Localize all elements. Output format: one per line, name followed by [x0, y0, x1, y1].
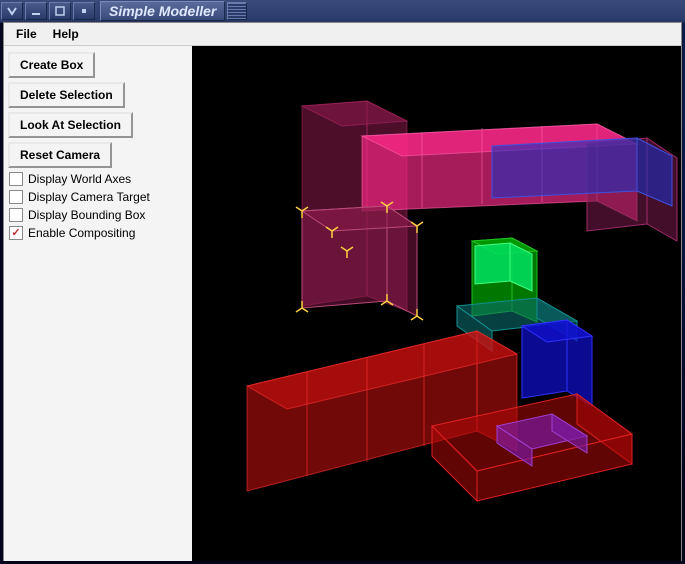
3d-viewport[interactable] [192, 46, 681, 561]
display-world-axes-checkbox[interactable]: Display World Axes [9, 172, 187, 186]
titlebar-close-button[interactable] [73, 2, 95, 20]
look-at-selection-button[interactable]: Look At Selection [8, 112, 133, 138]
menu-help[interactable]: Help [45, 24, 87, 44]
checkbox-label: Display Bounding Box [28, 208, 145, 222]
titlebar-shade-button[interactable] [1, 2, 23, 20]
reset-camera-button[interactable]: Reset Camera [8, 142, 112, 168]
checkbox-icon: ✓ [9, 226, 23, 240]
display-bounding-box-checkbox[interactable]: Display Bounding Box [9, 208, 187, 222]
sidebar: Create Box Delete Selection Look At Sele… [4, 46, 192, 561]
create-box-button[interactable]: Create Box [8, 52, 95, 78]
enable-compositing-checkbox[interactable]: ✓ Enable Compositing [9, 226, 187, 240]
checkbox-label: Enable Compositing [28, 226, 135, 240]
display-camera-target-checkbox[interactable]: Display Camera Target [9, 190, 187, 204]
titlebar-maximize-button[interactable] [49, 2, 71, 20]
app-window: File Help Create Box Delete Selection Lo… [3, 22, 682, 561]
titlebar-minimize-button[interactable] [25, 2, 47, 20]
checkbox-label: Display World Axes [28, 172, 131, 186]
window-titlebar: Simple Modeller [0, 0, 685, 23]
menu-file[interactable]: File [8, 24, 45, 44]
checkbox-icon [9, 190, 23, 204]
titlebar-grip[interactable] [227, 2, 247, 20]
checkbox-icon [9, 172, 23, 186]
menubar: File Help [4, 23, 681, 46]
window-title: Simple Modeller [100, 1, 225, 21]
delete-selection-button[interactable]: Delete Selection [8, 82, 125, 108]
checkbox-label: Display Camera Target [28, 190, 150, 204]
checkbox-icon [9, 208, 23, 222]
